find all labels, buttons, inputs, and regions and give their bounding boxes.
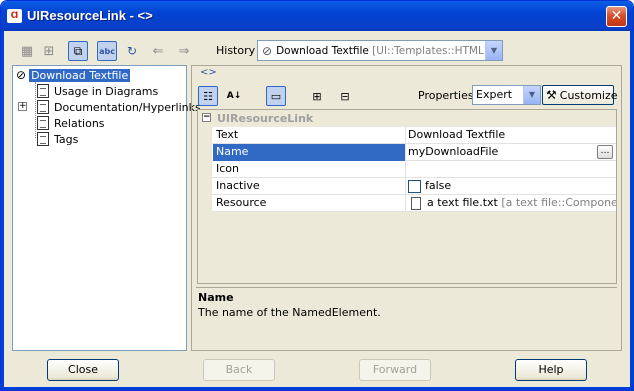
properties-dropdown[interactable]: Expert ▼ [472,85,541,105]
history-dropdown[interactable]: ⊘ Download Textfile [UI::Templates::HTML… [257,40,503,61]
document-icon [37,84,49,98]
refresh-icon[interactable]: ↻ [122,41,142,61]
property-key: Text [213,127,406,144]
title-bar[interactable]: Ɑ UIResourceLink - <> ✕ [1,1,633,31]
property-value[interactable]: a text file.txt [a text file::Compone... [407,195,616,212]
collapse-all-icon[interactable]: ⊟ [335,86,355,106]
tree-item-root[interactable]: ⊘ Download Textfile [16,67,131,83]
tree-item-usage[interactable]: Usage in Diagrams [37,83,160,99]
link-icon: ⊘ [262,43,273,58]
grid-icon[interactable]: ▦ [17,41,37,61]
customize-label: Customize [559,88,618,102]
hierarchy-icon[interactable]: ⊞ [39,41,59,61]
property-value[interactable]: Download Textfile [407,127,616,144]
property-row[interactable]: Inactive false [198,178,616,195]
breadcrumb[interactable]: <> [200,67,217,78]
forward-button[interactable]: Forward [359,359,431,381]
tools-icon: ⚒ [546,88,557,102]
help-button[interactable]: Help [515,359,587,381]
tree-item-label: Download Textfile [29,68,131,82]
document-icon [37,132,49,146]
document-icon [37,100,49,114]
collapse-icon[interactable]: − [202,113,211,122]
tree-item-documentation[interactable]: Documentation/Hyperlinks [37,99,203,115]
property-row[interactable]: Name myDownloadFile … [198,144,616,161]
inactive-value: false [425,179,452,192]
description-text: The name of the NamedElement. [198,306,381,319]
tree-item-label: Usage in Diagrams [54,84,159,98]
resource-value-suffix: [a text file::Compone... [497,196,616,209]
property-row[interactable]: Text Download Textfile [198,127,616,144]
expand-all-icon[interactable]: ⊞ [307,86,327,106]
property-key: Resource [213,195,406,212]
back-arrow-icon[interactable]: ⇐ [148,41,168,61]
ellipsis-button[interactable]: … [597,145,613,159]
app-icon: Ɑ [7,9,22,23]
file-icon [411,196,421,210]
tree-item-label: Relations [54,116,105,130]
document-icon [37,116,49,130]
forward-arrow-icon[interactable]: ⇒ [174,41,194,61]
categorized-view-icon[interactable]: ☷ [198,86,218,106]
description-panel: Name The name of the NamedElement. [196,287,617,347]
tree-connector [35,82,36,138]
window-border-left [1,31,4,390]
group-header[interactable]: − UIResourceLink [198,110,616,127]
history-value-suffix: [UI::Templates::HTML] [368,44,488,57]
property-key: Inactive [213,178,406,195]
property-row[interactable]: Resource a text file.txt [a text file::C… [198,195,616,212]
close-button[interactable]: Close [47,359,119,381]
grid-empty-area [198,212,616,283]
tree-item-relations[interactable]: Relations [37,115,107,131]
window-border-bottom [1,387,633,390]
customize-button[interactable]: ⚒ Customize [542,85,618,105]
window-border-right [630,31,633,390]
tree-item-label: Documentation/Hyperlinks [54,100,201,114]
tree-item-tags[interactable]: Tags [37,131,80,147]
back-button[interactable]: Back [203,359,275,381]
properties-value: Expert [476,88,513,101]
history-label: History : [216,44,263,57]
description-toggle-icon[interactable]: ▭ [266,86,286,106]
tree-item-label: Tags [54,132,79,146]
new-window-icon[interactable]: ⧉ [68,41,88,61]
property-value[interactable] [407,161,616,178]
group-header-label: UIResourceLink [217,112,314,125]
history-value: Download Textfile [276,44,369,57]
close-window-button[interactable]: ✕ [606,6,627,27]
window-title: UIResourceLink - <> [27,8,153,23]
property-key: Name [213,144,406,161]
name-value: myDownloadFile [408,145,499,158]
element-tree[interactable]: ⊘ Download Textfile Usage in Diagrams + … [12,65,201,351]
property-value[interactable]: false [407,178,616,195]
properties-label: Properties: [418,89,478,102]
property-key: Icon [213,161,406,178]
chevron-down-icon[interactable]: ▼ [523,86,540,104]
description-title: Name [198,291,234,304]
link-icon: ⊘ [16,68,27,82]
abc-icon[interactable]: abc [97,41,117,61]
expand-icon[interactable]: + [18,102,27,111]
property-row[interactable]: Icon [198,161,616,178]
property-value[interactable]: myDownloadFile … [407,144,616,161]
resource-value: a text file.txt [427,196,498,209]
sort-alpha-icon[interactable]: A↓ [224,86,244,106]
dialog-window: Ɑ UIResourceLink - <> ✕ ▦ ⊞ ⧉ abc ↻ ⇐ ⇒ … [0,0,634,391]
property-grid[interactable]: − UIResourceLink Text Download Textfile … [197,109,617,284]
inactive-checkbox[interactable] [408,179,421,193]
chevron-down-icon[interactable]: ▼ [485,41,502,60]
